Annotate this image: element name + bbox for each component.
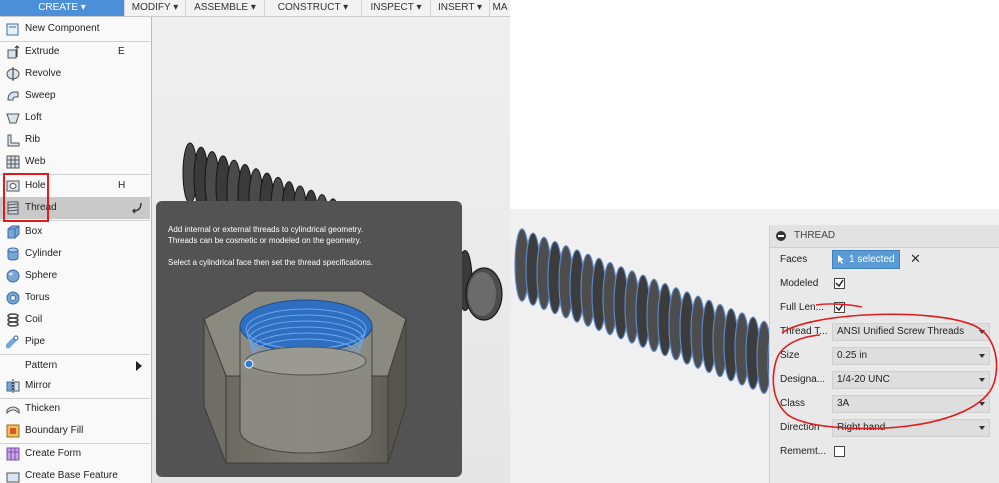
red-highlight-box <box>3 173 49 222</box>
create-dropdown-menu: New Component Extrude E Revolve Sweep Lo… <box>0 17 152 483</box>
thread-dialog: THREAD Faces 1 selected ✕ Modeled Full L… <box>769 225 999 483</box>
pipe-icon <box>5 335 20 349</box>
thread-tooltip: Add internal or external threads to cyli… <box>156 201 462 477</box>
sweep-icon <box>6 89 20 103</box>
mirror-icon <box>6 379 20 393</box>
revolve-icon <box>6 67 20 81</box>
clear-selection-icon[interactable]: ✕ <box>910 251 921 267</box>
box-icon <box>6 225 20 239</box>
menu-item-revolve[interactable]: Revolve <box>0 63 150 85</box>
left-screenshot: CREATE ▾ MODIFY ▾ ASSEMBLE ▾ CONSTRUCT ▾… <box>0 0 510 483</box>
cursor-select-icon <box>837 254 846 268</box>
new-component-icon <box>6 22 20 36</box>
submenu-arrow-icon <box>136 361 142 371</box>
cylinder-icon <box>6 247 20 261</box>
inspect-menu-tab[interactable]: INSPECT ▾ <box>362 0 431 16</box>
extrude-icon <box>6 45 20 59</box>
menu-item-pattern[interactable]: Pattern <box>0 355 150 377</box>
menu-item-box[interactable]: Box <box>0 221 150 243</box>
menu-item-pipe[interactable]: Pipe <box>0 331 150 353</box>
modeled-row: Modeled <box>770 272 999 296</box>
modeled-checkbox[interactable] <box>834 278 845 289</box>
create-form-icon <box>6 447 20 461</box>
red-annotation-circle <box>772 303 998 430</box>
rib-icon <box>6 133 20 147</box>
web-icon <box>6 155 20 169</box>
thicken-icon <box>6 402 20 416</box>
thread-dialog-header: THREAD <box>770 225 999 248</box>
collapse-icon[interactable] <box>776 231 786 241</box>
cursor-icon <box>131 202 143 217</box>
faces-row: Faces 1 selected ✕ <box>770 248 999 272</box>
menu-item-loft[interactable]: Loft <box>0 107 150 129</box>
threaded-nut-illustration <box>203 290 407 464</box>
menu-item-boundary-fill[interactable]: Boundary Fill <box>0 420 150 442</box>
coil-icon <box>6 313 20 327</box>
construct-menu-tab[interactable]: CONSTRUCT ▾ <box>265 0 362 16</box>
menu-item-thicken[interactable]: Thicken <box>0 398 150 420</box>
base-feature-icon <box>6 469 20 483</box>
menu-item-mirror[interactable]: Mirror <box>0 375 150 397</box>
modify-menu-tab[interactable]: MODIFY ▾ <box>125 0 186 16</box>
right-screenshot: THREAD Faces 1 selected ✕ Modeled Full L… <box>510 209 999 483</box>
assemble-menu-tab[interactable]: ASSEMBLE ▾ <box>186 0 265 16</box>
thread-dialog-title: THREAD <box>794 230 836 241</box>
menu-item-extrude[interactable]: Extrude E <box>0 41 150 63</box>
menu-item-sphere[interactable]: Sphere <box>0 265 150 287</box>
loft-icon <box>6 111 20 125</box>
insert-menu-tab[interactable]: INSERT ▾ <box>431 0 490 16</box>
menu-item-new-component[interactable]: New Component <box>0 18 150 40</box>
faces-selection-button[interactable]: 1 selected <box>832 250 900 269</box>
threaded-rod-model-selected[interactable] <box>510 209 780 483</box>
sphere-icon <box>6 269 20 283</box>
torus-icon <box>6 291 20 305</box>
make-menu-tab[interactable]: MA <box>490 0 510 16</box>
boundary-fill-icon <box>6 424 20 438</box>
menu-item-rib[interactable]: Rib <box>0 129 150 151</box>
create-menu-tab[interactable]: CREATE ▾ <box>0 0 125 16</box>
menu-item-torus[interactable]: Torus <box>0 287 150 309</box>
menu-item-cylinder[interactable]: Cylinder <box>0 243 150 265</box>
menu-item-coil[interactable]: Coil <box>0 309 150 331</box>
menu-item-sweep[interactable]: Sweep <box>0 85 150 107</box>
menu-item-create-base-feature[interactable]: Create Base Feature <box>0 465 150 483</box>
toolbar: CREATE ▾ MODIFY ▾ ASSEMBLE ▾ CONSTRUCT ▾… <box>0 0 510 17</box>
menu-item-web[interactable]: Web <box>0 151 150 173</box>
menu-item-create-form[interactable]: Create Form <box>0 443 150 465</box>
